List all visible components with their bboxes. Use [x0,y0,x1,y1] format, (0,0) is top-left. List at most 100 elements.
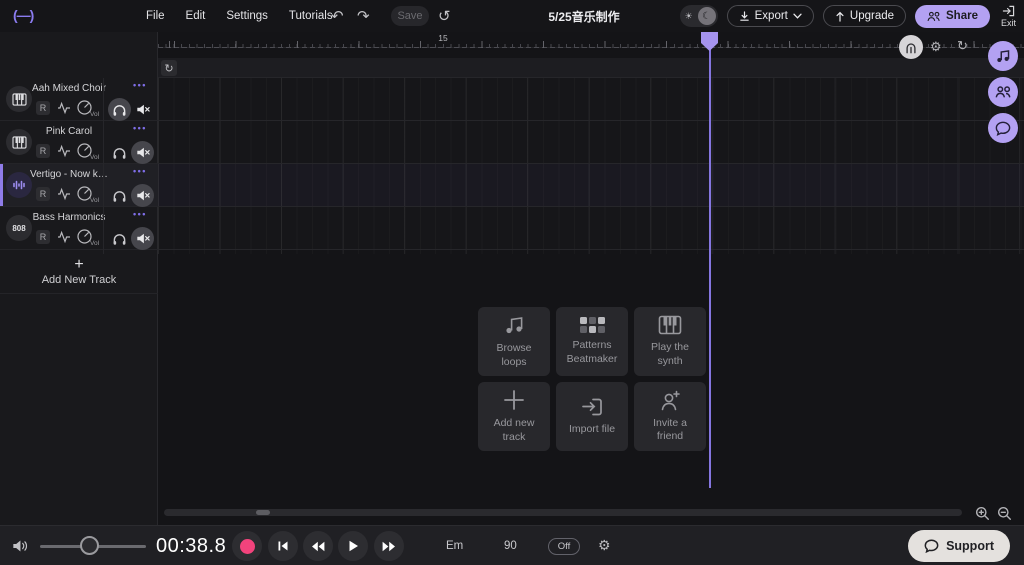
mute-button[interactable] [131,184,154,207]
play-icon [349,540,358,552]
revision-history-icon[interactable]: ↺ [438,0,451,32]
automation-icon[interactable] [57,230,71,244]
project-title[interactable]: 5/25音乐制作 [484,0,684,32]
soundtrap-logo-icon[interactable]: (—) [13,7,34,23]
import-file-button[interactable]: Import file [556,382,628,451]
loops-panel-button[interactable] [988,41,1018,71]
track-row-bass-harmonics[interactable]: 808 Bass Harmonics ••• R Vol [0,207,158,250]
moon-icon: ☾ [697,7,716,25]
theme-toggle[interactable]: ☀ ☾ [679,5,718,27]
exit-icon [1002,5,1015,16]
transport-bar: 00:38.8 Em 90 Off ⚙ Support [0,525,1024,565]
add-new-track-label: Add New Track [41,273,117,286]
automation-icon[interactable] [57,101,71,115]
bar-number-label: 15 [438,33,448,43]
lane-pink-carol[interactable] [158,121,1024,164]
mute-button[interactable] [131,141,154,164]
export-button[interactable]: Export [726,5,814,27]
lane-aah-mixed-choir[interactable] [158,78,1024,121]
monitor-headphones-button[interactable] [108,98,131,121]
menu-tutorials[interactable]: Tutorials [289,10,333,22]
project-key[interactable]: Em [446,540,463,552]
collaboration-panel-button[interactable] [988,77,1018,107]
patterns-beatmaker-button[interactable]: Patterns Beatmaker [556,307,628,376]
metronome-button[interactable] [899,35,923,59]
zoom-out-icon[interactable] [997,506,1012,521]
track-menu-icon[interactable]: ••• [133,80,147,90]
browse-loops-button[interactable]: Browse loops [478,307,550,376]
808-instrument-icon[interactable]: 808 [6,215,32,241]
project-tempo[interactable]: 90 [504,540,517,552]
transport-settings-gear-icon[interactable]: ⚙ [598,538,611,553]
invite-a-friend-button[interactable]: Invite a friend [634,382,706,451]
volume-slider-handle[interactable] [80,536,99,555]
share-button[interactable]: Share [915,4,990,28]
menu-edit[interactable]: Edit [186,10,206,22]
track-menu-icon[interactable]: ••• [133,209,147,219]
track-menu-icon[interactable]: ••• [133,123,147,133]
record-dot-icon [239,538,255,554]
rewind-button[interactable] [303,531,333,561]
timeline-settings-gear-icon[interactable]: ⚙ [930,40,942,53]
loop-region-bar[interactable]: ↻ [158,58,1024,78]
lane-bass-harmonics[interactable] [158,207,1024,250]
horizontal-scrollbar[interactable] [164,509,962,516]
undo-icon[interactable]: ↶ [331,0,344,32]
play-the-synth-button[interactable]: Play the synth [634,307,706,376]
upgrade-button[interactable]: Upgrade [822,5,907,27]
sidebar-divider [103,78,104,254]
record-arm-button[interactable]: R [36,144,50,158]
loop-playback-icon[interactable]: ↻ [957,39,968,53]
mute-button[interactable] [131,227,154,250]
add-new-track-button-center[interactable]: Add new track [478,382,550,451]
piano-instrument-icon[interactable] [6,86,32,112]
track-lanes[interactable] [158,78,1024,254]
automation-icon[interactable] [57,144,71,158]
lane-vertigo[interactable] [158,164,1024,207]
voice-waveform-icon[interactable] [6,172,32,198]
track-name[interactable]: Aah Mixed Choir [30,83,108,94]
skip-start-icon [278,541,288,551]
track-row-aah-mixed-choir[interactable]: Aah Mixed Choir ••• R Vol [0,78,158,121]
menu-file[interactable]: File [146,10,165,22]
menu-settings[interactable]: Settings [226,10,268,22]
track-row-vertigo[interactable]: Vertigo - Now ki... ••• R Vol [0,164,158,207]
record-arm-button[interactable]: R [36,187,50,201]
monitor-headphones-button[interactable] [108,184,131,207]
redo-icon[interactable]: ↷ [357,0,370,32]
track-name[interactable]: Bass Harmonics [30,212,108,223]
track-name[interactable]: Pink Carol [30,126,108,137]
count-in-toggle[interactable]: Off [548,538,580,555]
monitor-headphones-button[interactable] [108,141,131,164]
add-new-track-button[interactable]: + Add New Track [0,250,158,294]
master-volume-icon[interactable] [12,539,28,553]
up-arrow-icon [836,11,844,22]
play-button[interactable] [338,531,368,561]
chat-panel-button[interactable] [988,113,1018,143]
piano-instrument-icon[interactable] [6,129,32,155]
music-note-icon [506,317,523,334]
record-arm-button[interactable]: R [36,101,50,115]
exit-button[interactable]: Exit [999,5,1016,28]
monitor-headphones-button[interactable] [108,227,131,250]
support-button[interactable]: Support [908,530,1010,562]
scrollbar-thumb[interactable] [256,510,270,515]
loop-region-icon[interactable]: ↻ [161,60,177,76]
track-menu-icon[interactable]: ••• [133,166,147,176]
save-button[interactable]: Save [391,6,429,26]
timeline-ruler[interactable]: 15 [158,32,1024,58]
zoom-in-icon[interactable] [975,506,990,521]
record-button[interactable] [232,531,262,561]
record-arm-button[interactable]: R [36,230,50,244]
mute-button[interactable] [131,98,154,121]
skip-to-start-button[interactable] [268,531,298,561]
fast-forward-button[interactable] [374,531,404,561]
automation-icon[interactable] [57,187,71,201]
track-name[interactable]: Vertigo - Now ki... [30,169,108,180]
empty-state-actions: Browse loops Patterns Beatmaker Play the… [478,307,706,451]
import-file-label: Import file [568,422,616,435]
track-row-pink-carol[interactable]: Pink Carol ••• R Vol [0,121,158,164]
vol-label: Vol [90,111,100,118]
selected-track-indicator [0,164,3,206]
track-rows: Aah Mixed Choir ••• R Vol Pink Carol •••… [0,78,158,294]
